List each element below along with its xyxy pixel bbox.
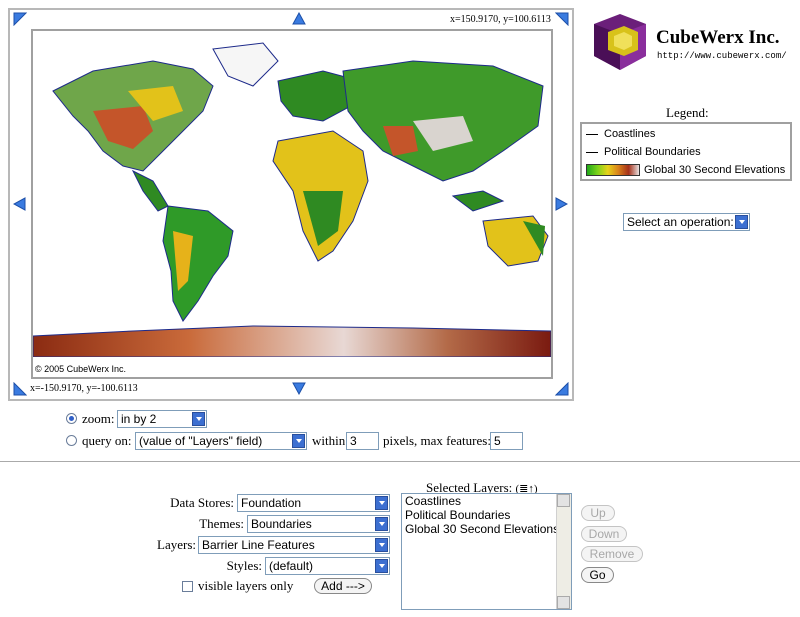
visible-layers-only-label: visible layers only: [198, 578, 294, 593]
scroll-down-icon[interactable]: [557, 596, 570, 609]
query-label: query on:: [82, 433, 132, 448]
data-stores-select[interactable]: Foundation: [237, 494, 390, 512]
coord-bottom-left: x=-150.9170, y=-100.6113: [30, 383, 138, 394]
list-item[interactable]: Political Boundaries: [402, 508, 571, 522]
add-layer-button[interactable]: Add --->: [314, 578, 372, 594]
move-up-button[interactable]: Up: [581, 505, 615, 521]
move-down-button[interactable]: Down: [581, 526, 627, 542]
dropdown-arrow-icon[interactable]: [192, 412, 205, 426]
zoom-radio[interactable]: [66, 413, 77, 424]
pan-northwest-arrow-icon[interactable]: [13, 12, 27, 26]
within-pixels-input[interactable]: 3: [346, 432, 379, 450]
elevation-ramp-icon: [586, 164, 640, 177]
pan-northeast-arrow-icon[interactable]: [555, 12, 569, 26]
themes-select[interactable]: Boundaries: [247, 515, 390, 533]
divider: [0, 461, 800, 462]
operation-select[interactable]: Select an operation:: [623, 213, 750, 231]
within-label: within: [312, 433, 346, 448]
legend-item-coastlines: Coastlines: [586, 128, 655, 140]
dropdown-arrow-icon[interactable]: [375, 559, 388, 573]
dropdown-arrow-icon[interactable]: [375, 517, 388, 531]
dropdown-arrow-icon[interactable]: [375, 496, 388, 510]
legend-box: Coastlines Political Boundaries Global 3…: [580, 122, 792, 181]
selected-layers-list[interactable]: Coastlines Political Boundaries Global 3…: [401, 493, 572, 610]
remove-button[interactable]: Remove: [581, 546, 643, 562]
max-features-input[interactable]: 5: [490, 432, 523, 450]
legend-item-boundaries: Political Boundaries: [586, 146, 701, 158]
styles-select[interactable]: (default): [265, 557, 390, 575]
pan-west-arrow-icon[interactable]: [13, 197, 26, 211]
pan-southeast-arrow-icon[interactable]: [555, 382, 569, 396]
world-map[interactable]: © 2005 CubeWerx Inc.: [31, 29, 553, 379]
coord-top-right: x=150.9170, y=100.6113: [450, 14, 551, 25]
zoom-select[interactable]: in by 2: [117, 410, 207, 428]
pixels-max-features-label: pixels, max features:: [383, 433, 491, 448]
pan-north-arrow-icon[interactable]: [292, 12, 306, 25]
styles-label: Styles:: [226, 558, 262, 573]
dropdown-arrow-icon[interactable]: [292, 434, 305, 448]
layers-label: Layers:: [157, 537, 196, 552]
go-button[interactable]: Go: [581, 567, 614, 583]
query-field-select[interactable]: (value of "Layers" field): [135, 432, 307, 450]
dropdown-arrow-icon[interactable]: [375, 538, 388, 552]
pan-south-arrow-icon[interactable]: [292, 382, 306, 395]
pan-southwest-arrow-icon[interactable]: [13, 382, 27, 396]
visible-layers-only-checkbox[interactable]: [182, 581, 193, 592]
elevation-map-image[interactable]: [33, 31, 551, 377]
list-scrollbar[interactable]: [556, 494, 571, 609]
legend-heading: Legend:: [666, 105, 709, 120]
logo-title: CubeWerx Inc.: [656, 27, 780, 48]
data-stores-label: Data Stores:: [170, 495, 234, 510]
cubewerx-logo-icon: [594, 14, 646, 70]
logo-url[interactable]: http://www.cubewerx.com/: [657, 51, 787, 61]
map-copyright: © 2005 CubeWerx Inc.: [35, 364, 127, 374]
layers-select[interactable]: Barrier Line Features: [198, 536, 390, 554]
list-item[interactable]: Global 30 Second Elevations: [402, 522, 571, 536]
coastline-symbol-icon: [586, 133, 598, 135]
legend-item-elevations: Global 30 Second Elevations: [586, 164, 785, 177]
list-item[interactable]: Coastlines: [402, 494, 571, 508]
themes-label: Themes:: [199, 516, 244, 531]
dropdown-arrow-icon[interactable]: [735, 215, 748, 229]
pan-east-arrow-icon[interactable]: [555, 197, 568, 211]
zoom-label: zoom:: [82, 411, 115, 426]
boundary-symbol-icon: [586, 151, 598, 153]
query-radio[interactable]: [66, 435, 77, 446]
scroll-up-icon[interactable]: [557, 494, 570, 507]
